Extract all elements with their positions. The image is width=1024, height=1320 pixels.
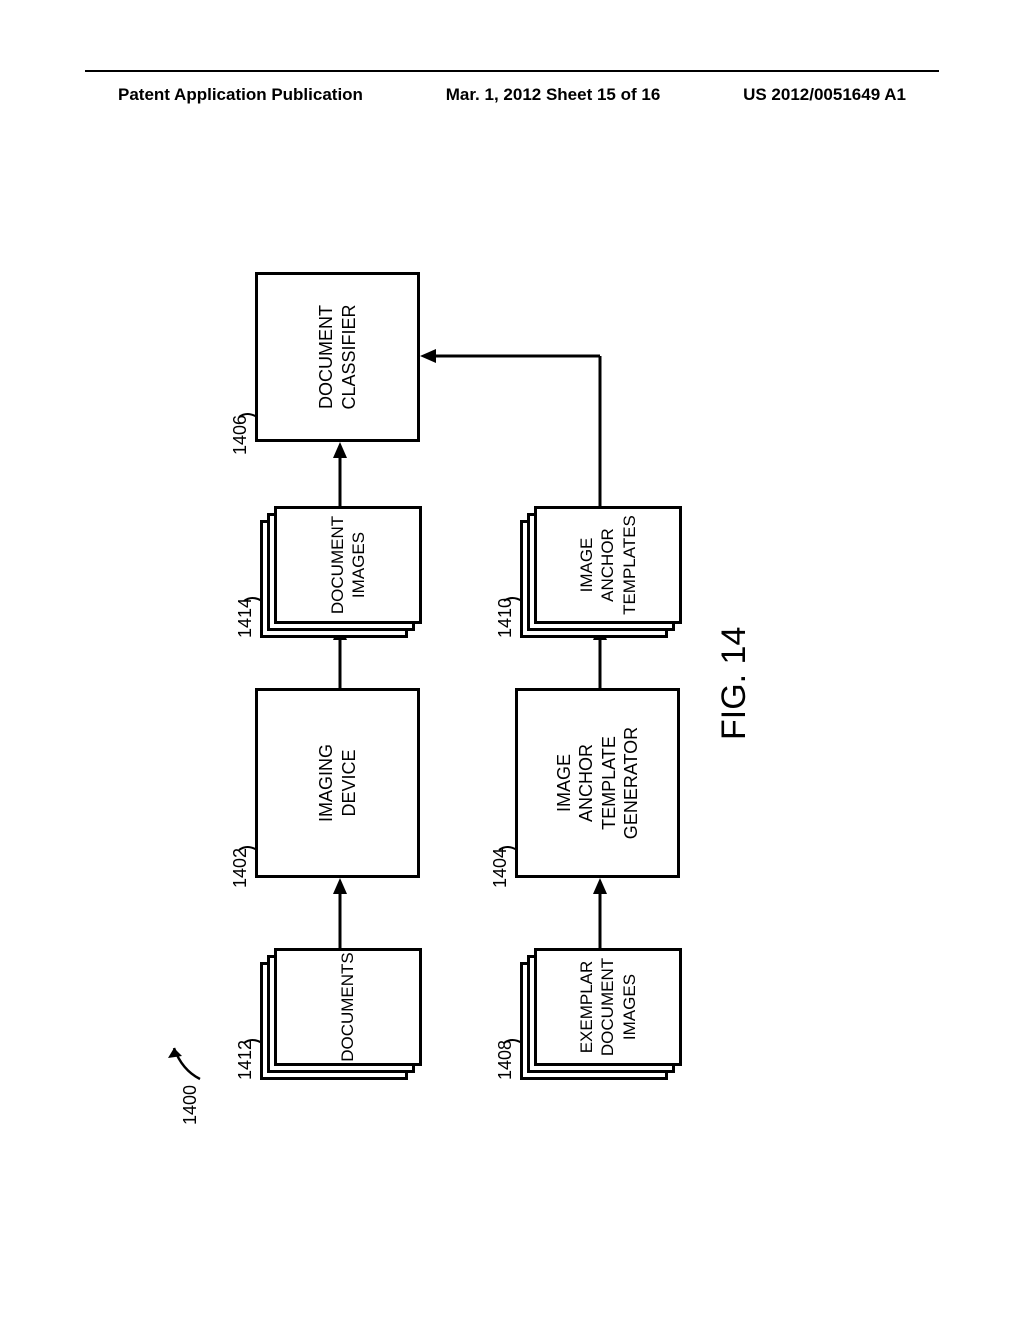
ref-documents-leader (242, 1025, 264, 1045)
ref-template-generator: 1404 (490, 848, 511, 888)
arrow-documents-to-imaging (330, 878, 350, 948)
ref-anchor-templates: 1410 (495, 598, 516, 638)
anchor-templates-text: IMAGE ANCHOR TEMPLATES (576, 515, 640, 615)
document-images-text: DOCUMENT IMAGES (327, 516, 370, 614)
documents-text: DOCUMENTS (337, 952, 358, 1062)
ref-overall-leader (170, 1032, 210, 1082)
template-generator-text: IMAGE ANCHOR TEMPLATE GENERATOR (553, 727, 643, 839)
figure-label: FIG. 14 (715, 627, 754, 740)
imaging-device-box: IMAGING DEVICE (255, 688, 420, 878)
block-diagram: 1400 DOCUMENTS 1412 IMAGING DEVICE 1402 (140, 190, 860, 1110)
ref-exemplar-leader (502, 1025, 524, 1045)
arrow-templates-to-classifier (420, 346, 610, 506)
ref-templates-leader (502, 583, 524, 603)
arrow-docimages-to-classifier (330, 442, 350, 506)
documents-stack: DOCUMENTS (260, 950, 420, 1080)
ref-document-images: 1414 (235, 598, 256, 638)
imaging-device-text: IMAGING DEVICE (315, 744, 360, 822)
ref-imaging-device: 1402 (230, 848, 251, 888)
arrow-exemplar-to-generator (590, 878, 610, 948)
page-header: Patent Application Publication Mar. 1, 2… (0, 85, 1024, 105)
exemplar-images-stack: EXEMPLAR DOCUMENT IMAGES (520, 950, 680, 1080)
ref-generator-leader (497, 832, 519, 852)
ref-overall: 1400 (180, 1085, 201, 1125)
ref-exemplar-images: 1408 (495, 1040, 516, 1080)
exemplar-images-text: EXEMPLAR DOCUMENT IMAGES (576, 958, 640, 1056)
header-right: US 2012/0051649 A1 (743, 85, 906, 105)
template-generator-box: IMAGE ANCHOR TEMPLATE GENERATOR (515, 688, 680, 878)
anchor-templates-stack: IMAGE ANCHOR TEMPLATES (520, 508, 680, 638)
document-classifier-box: DOCUMENT CLASSIFIER (255, 272, 420, 442)
ref-document-classifier: 1406 (230, 415, 251, 455)
header-left: Patent Application Publication (118, 85, 363, 105)
document-classifier-text: DOCUMENT CLASSIFIER (315, 304, 360, 409)
header-center: Mar. 1, 2012 Sheet 15 of 16 (446, 85, 661, 105)
ref-classifier-leader (237, 399, 259, 419)
ref-imaging-leader (237, 832, 259, 852)
header-rule (85, 70, 939, 72)
figure-area: 1400 DOCUMENTS 1412 IMAGING DEVICE 1402 (40, 290, 960, 1010)
ref-documents: 1412 (235, 1040, 256, 1080)
document-images-stack: DOCUMENT IMAGES (260, 508, 420, 638)
ref-docimages-leader (242, 583, 264, 603)
